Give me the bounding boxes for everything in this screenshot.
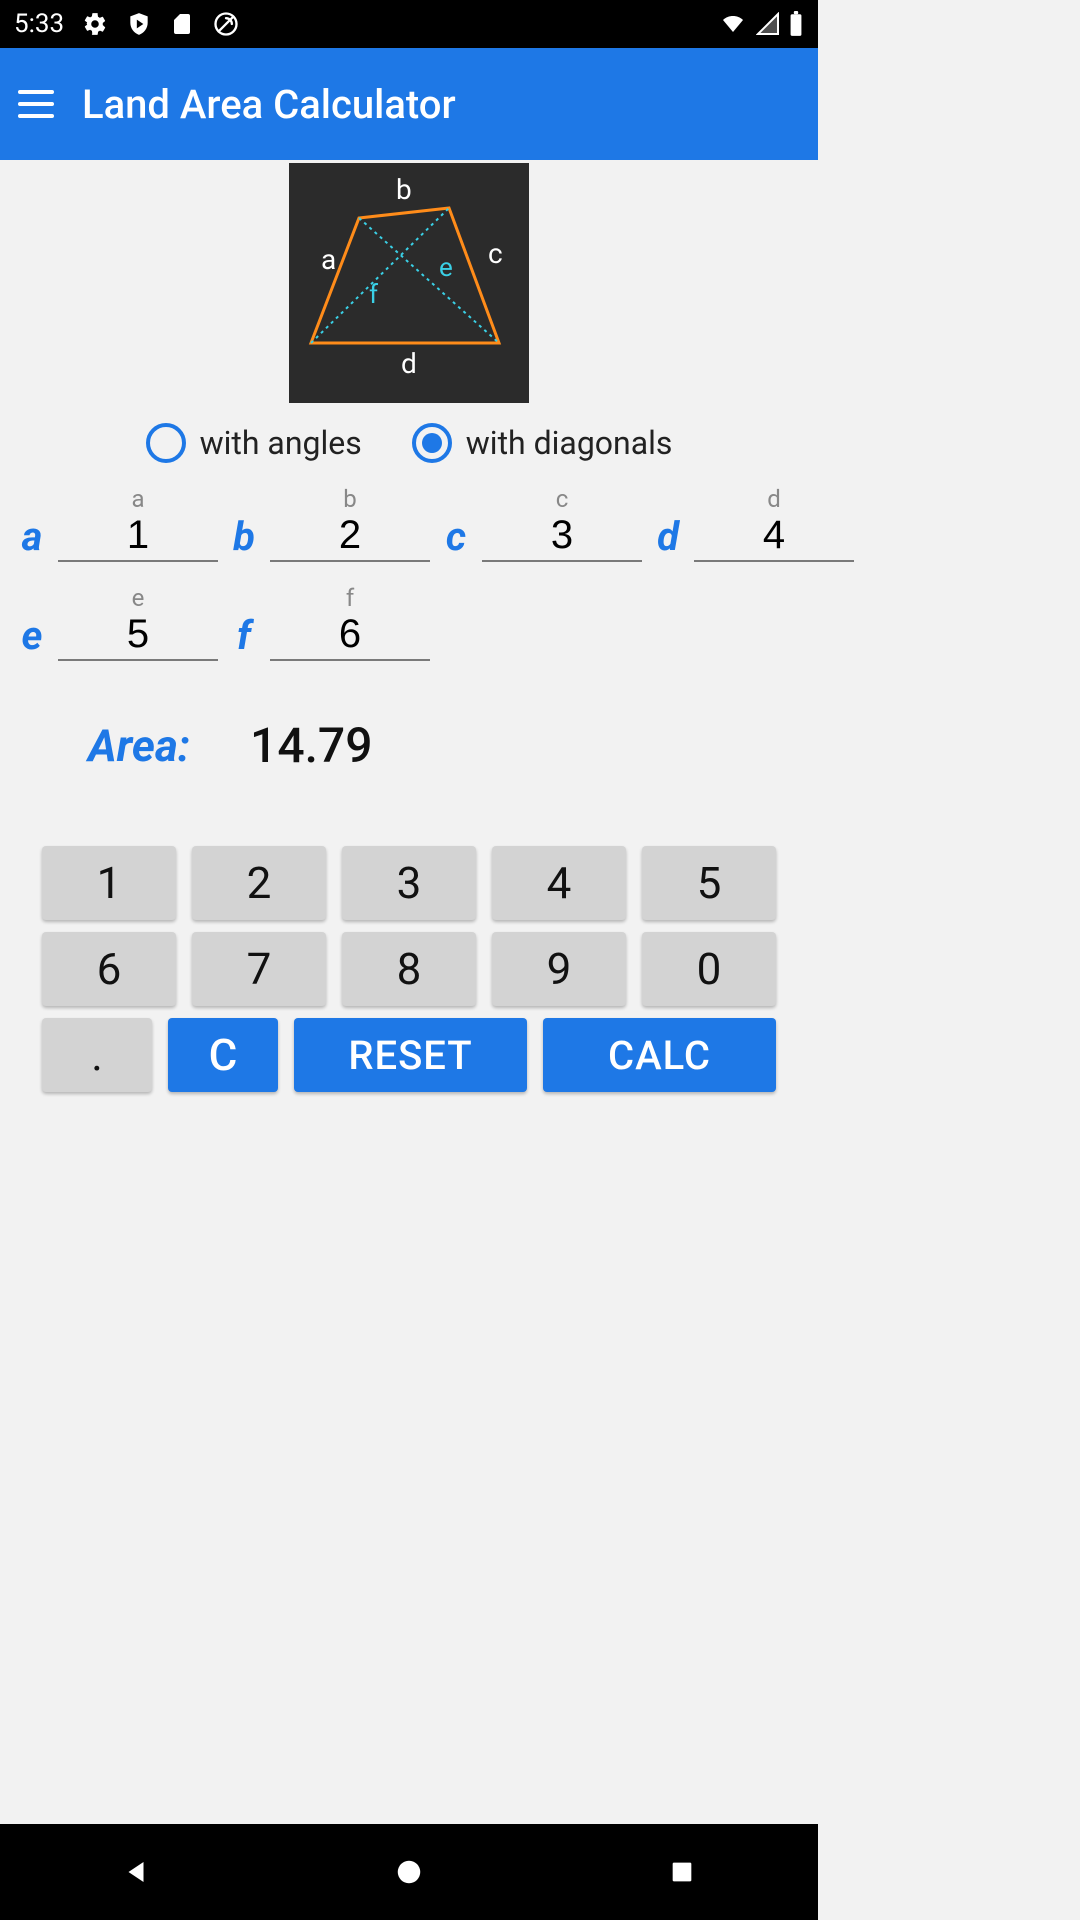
nav-recent-button[interactable] (622, 1842, 742, 1902)
radio-with-diagonals-label: with diagonals (466, 424, 673, 462)
content-area: b a c d e f with angles with diagonals a… (0, 160, 818, 1104)
key-5[interactable]: 5 (642, 846, 776, 920)
area-value: 14.79 (250, 717, 372, 774)
cell-signal-icon (756, 12, 780, 36)
android-nav-bar (0, 1824, 818, 1920)
status-time: 5:33 (14, 9, 64, 39)
key-1[interactable]: 1 (42, 846, 176, 920)
nav-back-button[interactable] (76, 1842, 196, 1902)
label-f: f (226, 612, 262, 661)
radio-with-diagonals[interactable]: with diagonals (412, 423, 673, 463)
label-c: c (438, 513, 474, 562)
label-d: d (650, 513, 686, 562)
diagram-label-d: d (401, 347, 417, 380)
diagram-label-a: a (321, 243, 336, 276)
hint-d: d (694, 485, 854, 513)
key-reset[interactable]: RESET (294, 1018, 527, 1092)
input-e[interactable] (58, 610, 218, 661)
hint-c: c (482, 485, 642, 513)
status-left: 5:33 (14, 9, 240, 39)
no-location-icon (212, 10, 240, 38)
key-4[interactable]: 4 (492, 846, 626, 920)
radio-with-angles-label: with angles (200, 424, 362, 462)
area-label: Area: (88, 720, 190, 772)
radio-icon-unselected (146, 423, 186, 463)
hint-f: f (270, 584, 430, 612)
quadrilateral-diagram: b a c d e f (289, 163, 529, 403)
key-9[interactable]: 9 (492, 932, 626, 1006)
hint-e: e (58, 584, 218, 612)
diagram-label-b: b (396, 173, 412, 206)
status-right (718, 11, 804, 37)
key-3[interactable]: 3 (342, 846, 476, 920)
wifi-icon (718, 12, 748, 36)
inputs-grid: a a b b c c d d e e f f (0, 481, 818, 661)
hint-a: a (58, 485, 218, 513)
shield-play-icon (126, 11, 152, 37)
input-d[interactable] (694, 511, 854, 562)
area-result: Area: 14.79 (0, 661, 818, 774)
menu-icon[interactable] (18, 90, 54, 118)
diagram-label-f: f (369, 280, 379, 310)
label-e: e (14, 612, 50, 661)
key-8[interactable]: 8 (342, 932, 476, 1006)
diagram-label-c: c (488, 237, 503, 270)
key-dot[interactable]: . (42, 1018, 152, 1092)
radio-with-angles[interactable]: with angles (146, 423, 362, 463)
key-6[interactable]: 6 (42, 932, 176, 1006)
status-bar: 5:33 (0, 0, 818, 48)
radio-icon-selected (412, 423, 452, 463)
gear-icon (82, 11, 108, 37)
sd-card-icon (170, 11, 194, 37)
battery-icon (788, 11, 804, 37)
mode-radio-group: with angles with diagonals (0, 415, 818, 481)
app-bar: Land Area Calculator (0, 48, 818, 160)
input-c[interactable] (482, 511, 642, 562)
label-a: a (14, 513, 50, 562)
keypad: 1 2 3 4 5 6 7 8 9 0 . C RESET CALC (0, 774, 818, 1092)
key-clear[interactable]: C (168, 1018, 278, 1092)
key-2[interactable]: 2 (192, 846, 326, 920)
input-f[interactable] (270, 610, 430, 661)
input-b[interactable] (270, 511, 430, 562)
nav-home-button[interactable] (349, 1842, 469, 1902)
input-a[interactable] (58, 511, 218, 562)
key-7[interactable]: 7 (192, 932, 326, 1006)
key-calc[interactable]: CALC (543, 1018, 776, 1092)
hint-b: b (270, 485, 430, 513)
label-b: b (226, 513, 262, 562)
app-title: Land Area Calculator (82, 81, 456, 128)
diagram-label-e: e (439, 253, 453, 283)
key-0[interactable]: 0 (642, 932, 776, 1006)
